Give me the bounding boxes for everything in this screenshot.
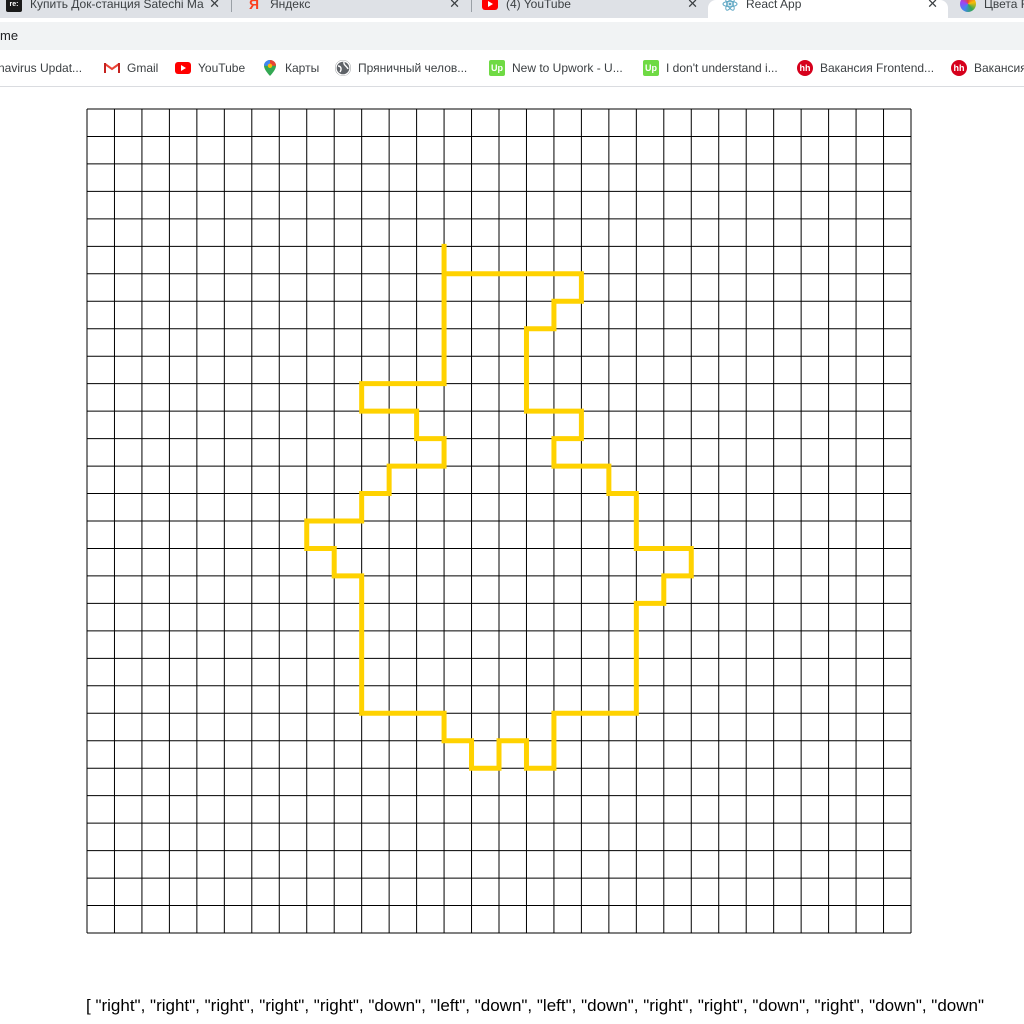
tab-title: (4) YouTube xyxy=(506,0,571,11)
bookmark-hh-frontend[interactable]: hh Вакансия Frontend... xyxy=(797,54,934,82)
tab-title: React App xyxy=(746,0,802,11)
yandex-icon: Я xyxy=(248,0,260,12)
globe-icon xyxy=(335,60,351,76)
bookmark-label: navirus Updat... xyxy=(0,61,83,75)
youtube-icon xyxy=(175,60,191,76)
bookmark-label: Вакансия Frontend... xyxy=(820,61,935,75)
bookmark-maps[interactable]: Карты xyxy=(262,54,319,82)
react-icon xyxy=(722,0,738,12)
tab-title: Яндекс xyxy=(270,0,311,11)
upwork-icon: Up xyxy=(643,60,659,76)
upwork-icon: Up xyxy=(489,60,505,76)
tab-title: Цвета F xyxy=(984,0,1024,11)
close-icon[interactable]: ✕ xyxy=(927,0,938,12)
tab-yandex[interactable]: Я Яндекс ✕ xyxy=(232,0,470,18)
browser-tab-strip: re: Купить Док-станция Satechi Ма ✕ Я Ян… xyxy=(0,0,1024,18)
bookmark-label: YouTube xyxy=(198,61,246,75)
tab-react-app[interactable]: React App ✕ xyxy=(708,0,948,18)
maps-icon xyxy=(262,60,278,76)
hh-icon: hh xyxy=(797,60,813,76)
bookmark-label: New to Upwork - U... xyxy=(512,61,623,75)
bookmark-label: I don't understand i... xyxy=(666,61,778,75)
bookmark-youtube[interactable]: YouTube xyxy=(175,54,245,82)
bookmark-label: Карты xyxy=(285,61,320,75)
bookmark-gmail[interactable]: Gmail xyxy=(104,54,158,82)
gmail-icon xyxy=(104,60,120,76)
browser-toolbar: me xyxy=(0,18,1024,54)
re-store-icon: re: xyxy=(6,0,22,12)
close-icon[interactable]: ✕ xyxy=(687,0,698,12)
bookmark-label: Вакансия xyxy=(974,61,1024,75)
bookmark-upwork-new[interactable]: Up New to Upwork - U... xyxy=(489,54,623,82)
bookmark-upwork-question[interactable]: Up I don't understand i... xyxy=(643,54,778,82)
bookmark-label: Пряничный челов... xyxy=(358,61,468,75)
bookmarks-bar: navirus Updat... Gmail YouTube Карты Пря… xyxy=(0,54,1024,87)
address-bar[interactable]: me xyxy=(0,22,1024,50)
tab-colors[interactable]: Цвета F xyxy=(948,0,1024,18)
grid-lines xyxy=(86,108,912,934)
bookmark-hh-vacancy[interactable]: hh Вакансия xyxy=(951,54,1024,82)
moves-output: [ "right", "right", "right", "right", "r… xyxy=(86,996,985,1015)
close-icon[interactable]: ✕ xyxy=(209,0,220,12)
color-wheel-icon xyxy=(960,0,976,12)
grid-canvas xyxy=(86,108,912,934)
tab-youtube[interactable]: (4) YouTube ✕ xyxy=(472,0,708,18)
bookmark-label: Gmail xyxy=(127,61,159,75)
drawing-grid[interactable] xyxy=(86,108,912,934)
hh-icon: hh xyxy=(951,60,967,76)
close-icon[interactable]: ✕ xyxy=(449,0,460,12)
bookmark-coronavirus[interactable]: navirus Updat... xyxy=(0,54,82,82)
bookmark-gingerbread[interactable]: Пряничный челов... xyxy=(335,54,467,82)
youtube-icon xyxy=(482,0,498,12)
address-bar-url[interactable]: me xyxy=(0,28,18,43)
tab-title: Купить Док-станция Satechi Ма xyxy=(30,0,204,11)
tab-restore[interactable]: re: Купить Док-станция Satechi Ма ✕ xyxy=(0,0,230,18)
